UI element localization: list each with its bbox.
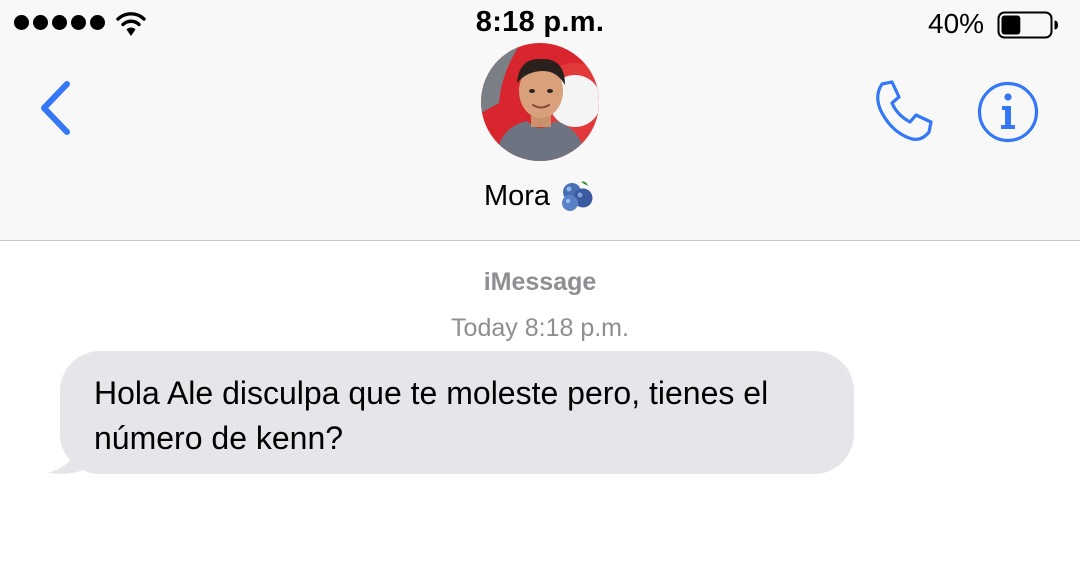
phone-icon[interactable]: [870, 78, 940, 144]
contact-title[interactable]: Mora: [0, 178, 1080, 214]
message-bubble: Hola Ale disculpa que te moleste pero, t…: [60, 351, 854, 474]
timestamp-time: 8:18 p.m.: [524, 314, 629, 342]
header-divider: [0, 240, 1080, 241]
contact-avatar[interactable]: [481, 43, 599, 161]
battery-icon: [997, 11, 1058, 39]
conversation-header: 8:18 p.m. 40% Mora: [0, 0, 1080, 241]
status-time: 8:18 p.m.: [475, 6, 605, 38]
incoming-message[interactable]: Hola Ale disculpa que te moleste pero, t…: [46, 351, 858, 477]
message-timestamp: Today 8:18 p.m.: [0, 314, 1080, 343]
service-label: iMessage: [483, 268, 597, 296]
timestamp-day: Today: [451, 314, 518, 342]
battery-percentage: 40%: [928, 8, 985, 39]
blueberries-emoji-icon: [562, 181, 593, 211]
back-chevron-icon[interactable]: [34, 78, 76, 138]
messages-screen: 8:18 p.m. 40% Mora iMessage Today 8:18 p…: [0, 0, 1080, 586]
info-icon[interactable]: [976, 80, 1040, 144]
contact-name: Mora: [483, 179, 551, 212]
